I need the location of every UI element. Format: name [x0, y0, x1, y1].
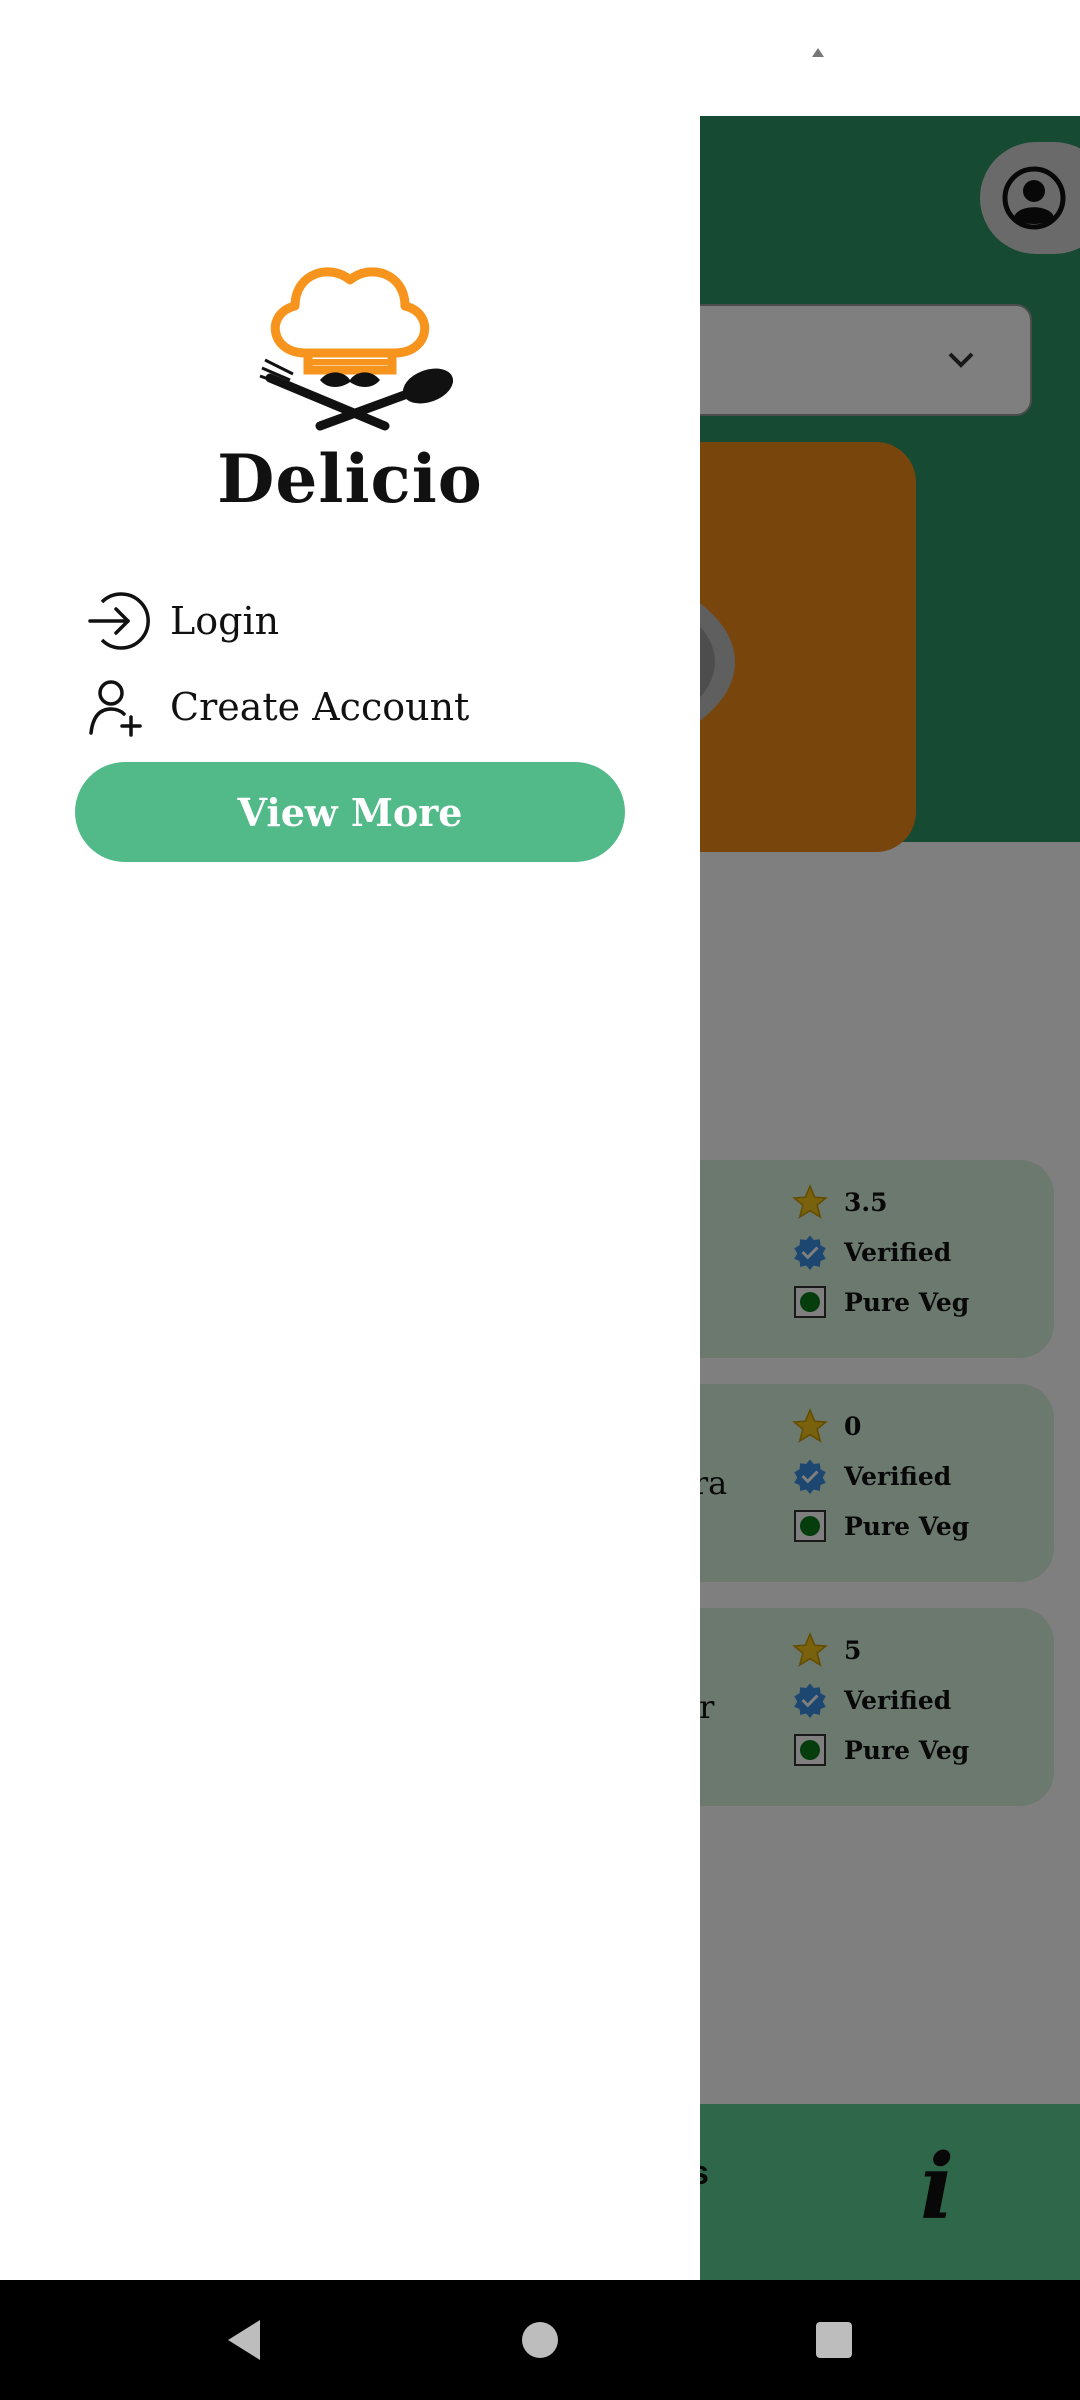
delicio-logo: Delicio: [210, 258, 490, 518]
navigation-drawer: Delicio Login Create Account View More: [0, 0, 700, 2280]
back-button[interactable]: [184, 2280, 304, 2400]
login-icon: [82, 586, 152, 656]
status-caret-icon: [812, 48, 824, 57]
menu-item-label: Create Account: [170, 685, 470, 729]
menu-item-label: Login: [170, 599, 280, 643]
menu-item-login[interactable]: Login: [82, 586, 279, 656]
home-button[interactable]: [480, 2280, 600, 2400]
recents-button[interactable]: [774, 2280, 894, 2400]
chef-logo-icon: [259, 267, 454, 431]
add-user-icon: [82, 672, 152, 742]
recents-icon: [816, 2322, 852, 2358]
logo-text: Delicio: [217, 440, 483, 518]
menu-item-create-account[interactable]: Create Account: [82, 672, 469, 742]
home-icon: [522, 2322, 558, 2358]
system-nav-bar: [0, 2280, 1080, 2400]
back-icon: [228, 2320, 260, 2360]
view-more-button[interactable]: View More: [75, 762, 625, 862]
